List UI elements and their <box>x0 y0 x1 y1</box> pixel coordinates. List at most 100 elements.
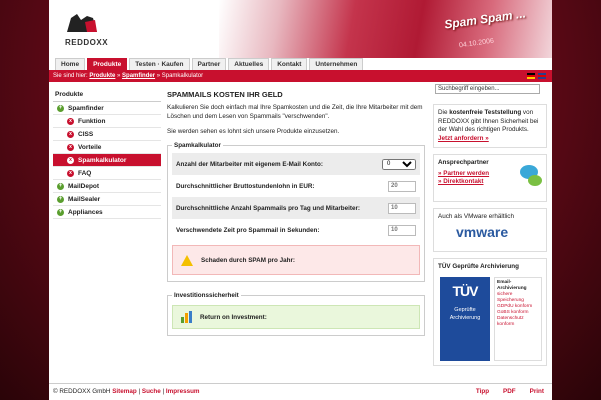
sidebar-item-label: Appliances <box>68 208 103 216</box>
sidebar-item-ciss[interactable]: x CISS <box>53 128 161 141</box>
close-icon: x <box>67 117 74 125</box>
search-input[interactable]: Suchbegriff eingeben... <box>435 84 540 94</box>
calc-label: Anzahl der Mitarbeiter mit eigenem E-Mai… <box>176 160 323 168</box>
damage-label: Schaden durch SPAM pro Jahr: <box>201 256 296 264</box>
plus-icon: + <box>57 182 64 190</box>
tab-produkte[interactable]: Produkte <box>87 58 128 70</box>
tab-partner[interactable]: Partner <box>191 58 227 70</box>
roi-label: Return on Investment: <box>200 313 267 321</box>
investment-fieldset: Investitionssicherheit Return on Investm… <box>167 292 425 336</box>
calc-label: Durchschnittliche Anzahl Spammails pro T… <box>176 204 361 212</box>
sidebar-item-label: Spamfinder <box>68 104 104 112</box>
sidebar-item-label: Vorteile <box>78 143 102 151</box>
sidebar-item-funktion[interactable]: x Funktion <box>53 115 161 128</box>
employees-select[interactable]: 0 <box>382 158 416 170</box>
close-icon: x <box>67 156 74 164</box>
sidebar-item-label: FAQ <box>78 169 92 177</box>
tuv-seal-big: TÜV <box>452 283 479 299</box>
damage-result: Schaden durch SPAM pro Jahr: <box>172 245 420 275</box>
sidebar-item-label: Funktion <box>78 117 106 125</box>
calc-label: Durchschnittlicher Bruttostundenlohn in … <box>176 182 315 190</box>
calc-row-spam-count: Durchschnittliche Anzahl Spammails pro T… <box>172 197 420 219</box>
intro-text: Kalkulieren Sie doch einfach mal Ihre Sp… <box>167 104 423 120</box>
sidebar-item-vorteile[interactable]: x Vorteile <box>53 141 161 154</box>
warning-icon <box>181 254 193 266</box>
tuv-seal[interactable]: TÜV Geprüfte Archivierung <box>440 277 490 361</box>
sidebar-item-spamkalkulator[interactable]: x Spamkalkulator <box>53 154 161 167</box>
tab-unternehmen[interactable]: Unternehmen <box>309 58 364 70</box>
tuv-feature: Datenschutz konform <box>497 316 524 327</box>
sidebar-item-mailsealer[interactable]: + MailSealer <box>53 193 161 206</box>
vmware-logo[interactable]: vmware <box>438 225 542 238</box>
banner-date: 04.10.2006 <box>458 37 495 50</box>
calc-row-time: Verschwendete Zeit pro Spammail in Sekun… <box>172 219 420 241</box>
header: REDDOXX Spam Spam ... 04.10.2006 <box>49 0 552 58</box>
calculator-fieldset: Spamkalkulator Anzahl der Mitarbeiter mi… <box>167 142 425 282</box>
sidebar-title: Produkte <box>53 88 161 102</box>
tipp-link[interactable]: Tipp <box>476 384 489 400</box>
vmware-title: Auch als VMware erhältlich <box>438 213 514 220</box>
plus-icon: + <box>57 104 64 112</box>
trial-link[interactable]: Jetzt anfordern » <box>438 135 489 142</box>
breadcrumb-spamfinder[interactable]: Spamfinder <box>122 73 155 79</box>
tuv-box: TÜV Geprüfte Archivierung TÜV Geprüfte A… <box>433 258 547 366</box>
investment-legend: Investitionssicherheit <box>174 292 239 299</box>
german-flag-icon[interactable] <box>527 73 535 79</box>
tuv-list-title: Email-Archivierung <box>497 280 527 291</box>
plus-icon: + <box>57 208 64 216</box>
search-link[interactable]: Suche <box>142 388 161 395</box>
tuv-features: Email-Archivierung sichere Speicherung G… <box>494 277 542 361</box>
vmware-box: Auch als VMware erhältlich vmware <box>433 208 547 252</box>
impressum-link[interactable]: Impressum <box>166 388 200 395</box>
close-icon: x <box>67 169 74 177</box>
intro-text-2: Sie werden sehen es lohnt sich unsere Pr… <box>167 128 340 135</box>
wage-input[interactable]: 20 <box>388 180 416 192</box>
calc-row-wage: Durchschnittlicher Bruttostundenlohn in … <box>172 175 420 197</box>
sidebar-item-faq[interactable]: x FAQ <box>53 167 161 180</box>
tab-home[interactable]: Home <box>55 58 86 70</box>
sidebar-item-spamfinder[interactable]: + Spamfinder <box>53 102 161 115</box>
roi-result: Return on Investment: <box>172 305 420 329</box>
logo-text[interactable]: REDDOXX <box>65 38 108 47</box>
banner-spam-text: Spam Spam ... <box>443 6 527 32</box>
english-flag-icon[interactable] <box>538 73 546 79</box>
tab-kontakt[interactable]: Kontakt <box>271 58 308 70</box>
footer-actions: Tipp PDF Print <box>476 384 544 400</box>
tab-aktuelles[interactable]: Aktuelles <box>228 58 270 70</box>
sidebar-item-label: Spamkalkulator <box>78 156 127 164</box>
sidebar-item-label: CISS <box>78 130 94 138</box>
plus-icon: + <box>57 195 64 203</box>
close-icon: x <box>67 130 74 138</box>
calc-label: Verschwendete Zeit pro Spammail in Sekun… <box>176 226 320 234</box>
sidebar-item-appliances[interactable]: + Appliances <box>53 206 161 219</box>
sitemap-link[interactable]: Sitemap <box>112 388 137 395</box>
tuv-seal-text: Geprüfte Archivierung <box>449 306 481 322</box>
calc-row-employees: Anzahl der Mitarbeiter mit eigenem E-Mai… <box>172 153 420 175</box>
sidebar-item-label: MailSealer <box>68 195 101 203</box>
header-banner: Spam Spam ... 04.10.2006 <box>219 0 552 58</box>
chat-bubble-icon <box>528 175 542 186</box>
sidebar-item-label: MailDepot <box>68 182 100 190</box>
contact-box: Ansprechpartner » Partner werden » Direk… <box>433 154 547 202</box>
sidebar-item-maildepot[interactable]: + MailDepot <box>53 180 161 193</box>
time-input[interactable]: 10 <box>388 224 416 236</box>
reddoxx-logo-icon[interactable] <box>65 12 99 34</box>
trial-text: Die <box>438 109 450 116</box>
right-column: Suchbegriff eingeben... Die kostenfreie … <box>433 82 547 372</box>
page: REDDOXX Spam Spam ... 04.10.2006 Home Pr… <box>49 0 552 400</box>
sidebar: Produkte + Spamfinder x Funktion x CISS x Vo… <box>53 88 161 219</box>
trial-text-bold: kostenfreie Teststellung <box>449 109 522 116</box>
footer: © REDDOXX GmbH Sitemap | Suche | Impress… <box>49 383 552 400</box>
tab-testen-kaufen[interactable]: Testen · Kaufen <box>129 58 190 70</box>
copyright: © REDDOXX GmbH <box>53 388 111 395</box>
print-link[interactable]: Print <box>530 384 544 400</box>
direct-contact-link[interactable]: » Direktkontakt <box>438 178 542 187</box>
tuv-feature: sichere Speicherung <box>497 292 524 303</box>
breadcrumb-prefix: Sie sind hier: <box>53 73 90 79</box>
language-flags <box>527 73 546 79</box>
pdf-link[interactable]: PDF <box>503 384 516 400</box>
main-content: SPAMMAILS KOSTEN IHR GELD Kalkulieren Si… <box>167 90 425 336</box>
breadcrumb-current: » Spamkalkulator <box>155 73 204 79</box>
breadcrumb-produkte[interactable]: Produkte <box>89 73 115 79</box>
spam-count-input[interactable]: 10 <box>388 202 416 214</box>
